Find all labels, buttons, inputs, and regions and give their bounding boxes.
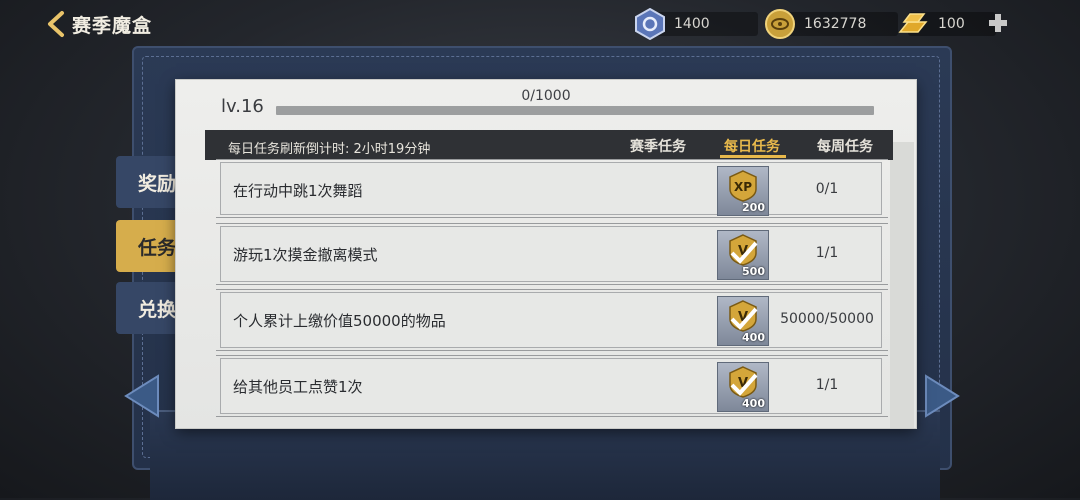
task-row: 在行动中跳1次舞蹈 XP 200 0/1 bbox=[216, 159, 888, 218]
task-progress: 1/1 bbox=[815, 245, 839, 261]
v-badge-check-icon: V bbox=[729, 366, 758, 398]
tab-weekly-tasks[interactable]: 每周任务 bbox=[817, 136, 873, 156]
tab-season-tasks[interactable]: 赛季任务 bbox=[630, 136, 686, 156]
top-bar: 赛季魔盒 1400 1632778 100 bbox=[0, 0, 1080, 50]
panel-edge bbox=[890, 142, 914, 428]
xp-badge-icon: XP bbox=[729, 170, 757, 202]
v-badge-check-icon: V bbox=[729, 300, 758, 332]
currency-gold-coin: 1632778 bbox=[764, 8, 898, 40]
gold-bar-icon bbox=[898, 13, 928, 33]
task-progress: 0/1 bbox=[815, 181, 839, 197]
task-progress: 1/1 bbox=[815, 377, 839, 393]
task-reward[interactable]: XP 200 bbox=[717, 166, 769, 216]
task-reward[interactable]: V 500 bbox=[717, 230, 769, 280]
back-arrow-icon bbox=[48, 11, 64, 37]
reward-amount: 400 bbox=[742, 331, 765, 344]
svg-text:XP: XP bbox=[734, 180, 752, 194]
v-badge-check-icon: V bbox=[729, 234, 758, 266]
reward-amount: 500 bbox=[742, 265, 765, 278]
task-row: 给其他员工点赞1次 V 400 1/1 bbox=[216, 355, 888, 417]
tab-daily-tasks[interactable]: 每日任务 bbox=[724, 136, 780, 156]
task-reward[interactable]: V 400 bbox=[717, 362, 769, 412]
blue-token-icon bbox=[635, 8, 665, 40]
add-currency-button[interactable] bbox=[987, 12, 1009, 34]
task-reward[interactable]: V 400 bbox=[717, 296, 769, 346]
active-tab-indicator bbox=[720, 155, 786, 158]
left-flap-icon bbox=[124, 374, 159, 418]
task-description: 给其他员工点赞1次 bbox=[233, 378, 363, 396]
gold-coin-icon bbox=[765, 9, 795, 39]
task-row: 个人累计上缴价值50000的物品 V 400 50000/50000 bbox=[216, 289, 888, 351]
task-description: 个人累计上缴价值50000的物品 bbox=[233, 312, 446, 330]
level-progress-text: 0/1000 bbox=[521, 88, 571, 104]
task-description: 在行动中跳1次舞蹈 bbox=[233, 182, 363, 200]
task-description: 游玩1次摸金撤离模式 bbox=[233, 246, 378, 264]
task-row: 游玩1次摸金撤离模式 V 500 1/1 bbox=[216, 223, 888, 285]
task-progress: 50000/50000 bbox=[780, 311, 874, 327]
level-progress-bar bbox=[276, 106, 874, 115]
page-title: 赛季魔盒 bbox=[72, 14, 153, 37]
level-label: lv.16 bbox=[221, 96, 264, 117]
currency-blue-token: 1400 bbox=[634, 8, 758, 40]
currency-gold-bar: 100 bbox=[896, 8, 996, 40]
reward-amount: 200 bbox=[742, 201, 765, 214]
back-button[interactable]: 赛季魔盒 bbox=[44, 6, 152, 42]
refresh-countdown: 每日任务刷新倒计时: 2小时19分钟 bbox=[228, 142, 431, 157]
reward-amount: 400 bbox=[742, 397, 765, 410]
